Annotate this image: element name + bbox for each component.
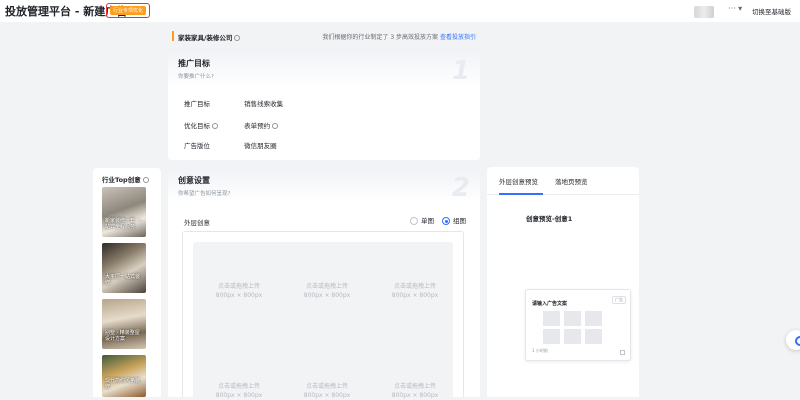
- top-header: 投放管理平台 - 新建广告 行业专项优化 ··· ▾ 切换至基础版: [0, 0, 800, 22]
- radio-icon: [410, 217, 418, 225]
- image-type-radio-group: 单图 组图: [410, 215, 466, 225]
- plan-note: 我们根据你的行业制定了 3 步高效投放方案 查看投放指引: [322, 32, 476, 41]
- creative-thumbnail[interactable]: 现代简约风格装修: [102, 355, 146, 397]
- goal-row-key: 优化目标: [184, 120, 242, 130]
- gallery-title: 行业Top创意: [102, 174, 149, 184]
- industry-top-creatives: 行业Top创意 新家装修一套 一站式全程服务 大平层一站式装修 别墅 · 精装整…: [93, 168, 161, 397]
- goal-row-value: 微信朋友圈: [244, 142, 277, 150]
- goal-subtitle: 你要推广什么?: [178, 74, 214, 80]
- creative-settings-card: 创意设置 你希望广告如何呈现? 2 外层创意 单图 组图 点击或拖拽上传 800p…: [168, 167, 480, 400]
- multi-image-option[interactable]: 组图: [442, 215, 466, 225]
- goal-row-value: 表单预约: [244, 122, 279, 130]
- upload-slot[interactable]: 点击或拖拽上传 800px × 800px: [199, 282, 279, 300]
- tab-outer-creative-preview[interactable]: 外层创意预览: [499, 176, 538, 186]
- upload-slot[interactable]: 点击或拖拽上传 800px × 800px: [199, 382, 279, 400]
- info-icon[interactable]: [234, 35, 241, 41]
- info-icon[interactable]: [142, 177, 149, 183]
- plan-note-text: 我们根据你的行业制定了 3 步高效投放方案: [322, 34, 439, 41]
- thumbnail-caption: 别墅 · 精装整屋 设计方案: [105, 330, 140, 342]
- ad-image-placeholder: [563, 328, 582, 345]
- creative-section-header: 创意设置 你希望广告如何呈现? 2: [168, 167, 480, 203]
- info-icon[interactable]: [272, 123, 279, 129]
- industry-bar: 家装家具/装修公司 我们根据你的行业制定了 3 步高效投放方案 查看投放指引: [168, 28, 480, 46]
- industry-marker: [172, 31, 174, 41]
- upload-slot[interactable]: 点击或拖拽上传 800px × 800px: [287, 282, 367, 300]
- creative-title: 创意设置: [178, 176, 210, 185]
- ad-preview-card: 请输入广告文案 广告 1 小时前: [525, 289, 631, 361]
- creative-thumbnail[interactable]: 新家装修一套 一站式全程服务: [102, 187, 146, 237]
- close-icon[interactable]: [620, 350, 625, 355]
- preview-tabs: 外层创意预览 落地页预览: [487, 167, 639, 195]
- account-dropdown[interactable]: ··· ▾: [728, 4, 742, 13]
- tab-landing-page-preview[interactable]: 落地页预览: [555, 176, 588, 186]
- industry-optimization-tag[interactable]: 行业专项优化: [106, 3, 151, 18]
- creative-subtitle: 你希望广告如何呈现?: [178, 191, 231, 197]
- active-tab-indicator: [499, 193, 543, 195]
- upload-grid: 点击或拖拽上传 800px × 800px 点击或拖拽上传 800px × 800p…: [193, 242, 455, 400]
- industry-name-text: 家装家具/装修公司: [178, 34, 233, 42]
- thumbnail-caption: 现代简约风格装修: [105, 378, 141, 390]
- goal-title: 推广目标: [178, 59, 210, 68]
- account-avatar[interactable]: [694, 6, 714, 18]
- appearance-creative-label: 外层创意: [184, 219, 210, 227]
- goal-row-key: 推广目标: [184, 100, 210, 108]
- preview-title: 创意预览-创意1: [526, 215, 573, 223]
- industry-name: 家装家具/装修公司: [178, 32, 241, 42]
- ad-meta: 1 小时前: [532, 348, 548, 353]
- ad-image-placeholder: [584, 310, 603, 327]
- goal-row-placement: 广告版位 微信朋友圈: [184, 140, 277, 150]
- help-float-button[interactable]: [786, 330, 800, 350]
- ad-image-placeholder: [584, 328, 603, 345]
- goal-row-promotion: 推广目标 销售线索收集: [184, 98, 283, 108]
- ad-image-placeholder: [542, 328, 561, 345]
- thumbnail-caption: 新家装修一套 一站式全程服务: [105, 218, 142, 230]
- ad-badge: 广告: [612, 296, 626, 304]
- goal-row-key: 广告版位: [184, 142, 210, 150]
- ad-image-placeholder: [563, 310, 582, 327]
- ad-copy-placeholder: 请输入广告文案: [532, 301, 568, 307]
- single-image-option[interactable]: 单图: [410, 215, 434, 225]
- upload-slot[interactable]: 点击或拖拽上传 800px × 800px: [287, 382, 367, 400]
- goal-row-value: 销售线索收集: [244, 100, 284, 108]
- creative-thumbnail[interactable]: 别墅 · 精装整屋 设计方案: [102, 299, 146, 349]
- promotion-goal-card: 推广目标 你要推广什么? 1 推广目标 销售线索收集 优化目标 表单预约 广告版…: [168, 50, 480, 160]
- upload-slot[interactable]: 点击或拖拽上传 800px × 800px: [375, 382, 455, 400]
- goal-row-optimization: 优化目标 表单预约: [184, 120, 279, 130]
- ad-image-placeholder: [542, 310, 561, 327]
- thumbnail-caption: 大平层一站式装修: [105, 274, 141, 286]
- creative-thumbnail[interactable]: 大平层一站式装修: [102, 243, 146, 293]
- preview-panel: 外层创意预览 落地页预览 创意预览-创意1 请输入广告文案 广告 1 小时前: [487, 167, 639, 397]
- goal-section-header: 推广目标 你要推广什么? 1: [168, 50, 480, 86]
- upload-slot[interactable]: 点击或拖拽上传 800px × 800px: [375, 282, 455, 300]
- image-upload-area: 点击或拖拽上传 800px × 800px 点击或拖拽上传 800px × 800p…: [182, 231, 464, 400]
- step-number: 2: [451, 173, 470, 203]
- radio-selected-icon: [442, 217, 450, 225]
- info-icon[interactable]: [212, 123, 218, 129]
- plan-guide-link[interactable]: 查看投放指引: [440, 34, 476, 41]
- step-number: 1: [451, 56, 470, 86]
- switch-basic-version-link[interactable]: 切换至基础版: [752, 6, 791, 16]
- industry-tag-label: 行业专项优化: [110, 6, 147, 15]
